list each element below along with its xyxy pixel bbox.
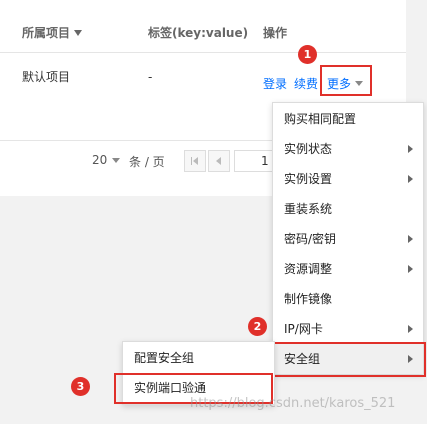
renew-link[interactable]: 续费 [294,75,318,92]
first-page-button[interactable] [184,150,206,172]
table-header: 所属项目 标签(key:value) 操作 [0,14,406,53]
page-size-select[interactable]: 20 [92,153,107,167]
more-dropdown-menu: 购买相同配置 实例状态 实例设置 重装系统 密码/密钥 资源调整 制作镜像 IP… [272,102,424,374]
menu-item-label: 实例设置 [284,172,333,186]
header-project[interactable]: 所属项目 [22,14,83,52]
menu-item-label: 重装系统 [284,202,333,216]
submenu-item-configure-security-group[interactable]: 配置安全组 [123,343,274,373]
watermark: https://blog.csdn.net/karos_521 [190,396,396,411]
menu-item-label: 购买相同配置 [284,112,357,126]
page-size-chevron-icon[interactable] [112,158,120,163]
menu-item-instance-settings[interactable]: 实例设置 [273,164,423,194]
chevron-right-icon [408,175,413,183]
first-page-bar-icon [191,157,192,165]
menu-item-reinstall-system[interactable]: 重装系统 [273,194,423,224]
chevron-right-icon [408,145,413,153]
menu-item-security-group[interactable]: 安全组 [273,344,423,374]
menu-item-label: IP/网卡 [284,322,323,336]
menu-item-ip-nic[interactable]: IP/网卡 [273,314,423,344]
menu-item-buy-same-config[interactable]: 购买相同配置 [273,104,423,134]
cell-project: 默认项目 [22,70,71,84]
prev-page-icon [216,157,221,165]
prev-page-button[interactable] [208,150,230,172]
menu-item-label: 资源调整 [284,262,333,276]
login-link[interactable]: 登录 [263,75,287,92]
chevron-right-icon [408,355,413,363]
filter-icon[interactable] [74,29,83,36]
step-marker-1: 1 [298,45,317,64]
menu-item-label: 实例状态 [284,142,333,156]
more-link[interactable]: 更多 [327,75,351,92]
header-actions: 操作 [263,26,288,40]
chevron-right-icon [408,325,413,333]
chevron-right-icon [408,235,413,243]
menu-item-label: 制作镜像 [284,292,333,306]
per-page-label: 条 / 页 [129,155,165,169]
first-page-arrow-icon [193,157,198,165]
cell-tags: - [148,70,153,84]
menu-item-instance-status[interactable]: 实例状态 [273,134,423,164]
header-project-label: 所属项目 [22,26,71,40]
menu-item-label: 密码/密钥 [284,232,337,246]
chevron-right-icon [408,265,413,273]
chevron-down-icon[interactable] [355,81,363,86]
menu-item-resource-adjust[interactable]: 资源调整 [273,254,423,284]
menu-item-label: 安全组 [284,352,321,366]
step-marker-2: 2 [248,317,267,336]
step-marker-3: 3 [71,377,90,396]
menu-item-create-image[interactable]: 制作镜像 [273,284,423,314]
menu-item-password-key[interactable]: 密码/密钥 [273,224,423,254]
header-tags: 标签(key:value) [148,26,249,40]
page-number-input[interactable]: 1 [234,150,276,172]
